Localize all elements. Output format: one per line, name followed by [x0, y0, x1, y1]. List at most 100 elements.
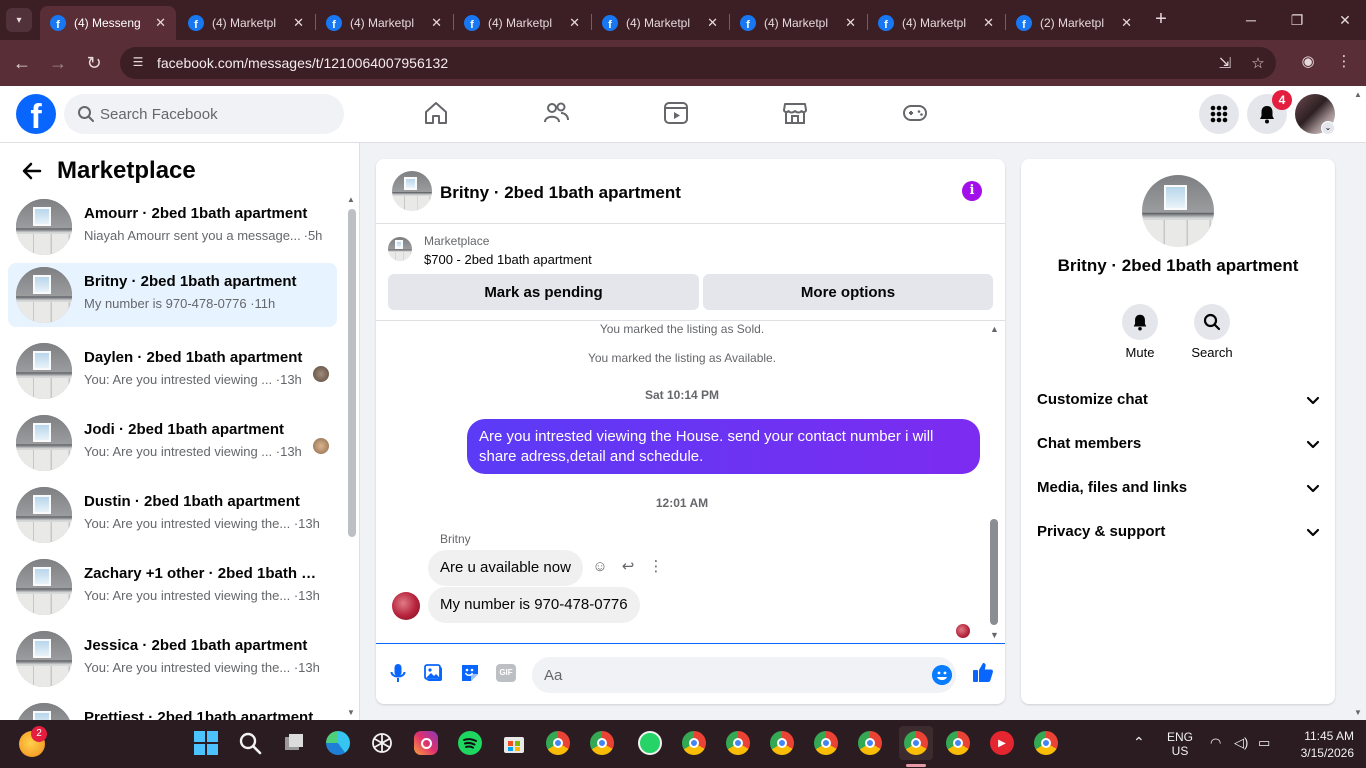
message-scrollbar[interactable]: [990, 519, 998, 625]
close-tab-icon[interactable]: ✕: [983, 15, 994, 31]
windows-start-icon[interactable]: [191, 728, 221, 758]
install-app-icon[interactable]: ⇲: [1215, 54, 1235, 72]
conversation-item[interactable]: Zachary +1 other · 2bed 1bath a... You: …: [8, 555, 337, 619]
tab-search-button[interactable]: ▾: [6, 8, 32, 32]
conversation-item-selected[interactable]: Britny · 2bed 1bath apartment My number …: [8, 263, 337, 327]
conversation-item[interactable]: Daylen · 2bed 1bath apartment You: Are y…: [8, 339, 337, 403]
battery-icon[interactable]: ▭: [1258, 735, 1270, 751]
tab-marketplace[interactable]: f (2) Marketpl ✕: [1006, 6, 1142, 40]
listing-title[interactable]: $700 - 2bed 1bath apartment: [424, 252, 592, 267]
close-tab-icon[interactable]: ✕: [293, 15, 304, 31]
more-actions-icon[interactable]: ⋮: [646, 557, 666, 577]
mute-button[interactable]: [1122, 304, 1158, 340]
video-icon[interactable]: [663, 100, 689, 126]
search-box[interactable]: [64, 94, 344, 134]
privacy-support-section[interactable]: Privacy & support: [1029, 510, 1327, 554]
maximize-button[interactable]: ❐: [1282, 8, 1312, 32]
facebook-logo[interactable]: f: [16, 94, 56, 134]
conversation-item[interactable]: Amourr · 2bed 1bath apartment Niayah Amo…: [8, 195, 337, 259]
conversation-item[interactable]: Jessica · 2bed 1bath apartment You: Are …: [8, 627, 337, 691]
chrome-profile-icon[interactable]: [587, 728, 617, 758]
close-tab-icon[interactable]: ✕: [1121, 15, 1132, 31]
browser-menu-icon[interactable]: ⋮: [1333, 52, 1355, 74]
react-emoji-icon[interactable]: ☺: [590, 557, 610, 577]
close-tab-icon[interactable]: ✕: [845, 15, 856, 31]
customize-chat-section[interactable]: Customize chat: [1029, 378, 1327, 422]
sticker-icon[interactable]: [460, 662, 480, 684]
tab-marketplace[interactable]: f (4) Marketpl ✕: [454, 6, 590, 40]
forward-button[interactable]: →: [45, 50, 71, 76]
url-text[interactable]: facebook.com/messages/t/1210064007956132: [157, 55, 448, 71]
incoming-message[interactable]: My number is 970-478-0776: [428, 587, 640, 623]
show-hidden-icons-chevron-icon[interactable]: ⌃: [1133, 734, 1145, 751]
close-tab-icon[interactable]: ✕: [155, 15, 166, 31]
chrome-profile-icon[interactable]: [1031, 728, 1061, 758]
microphone-icon[interactable]: [388, 662, 408, 684]
page-scroll-up-arrow[interactable]: ▲: [1354, 90, 1362, 99]
edge-browser-icon[interactable]: [323, 728, 353, 758]
like-thumb-icon[interactable]: [972, 661, 994, 683]
close-tab-icon[interactable]: ✕: [707, 15, 718, 31]
friends-icon[interactable]: [543, 100, 569, 126]
profile-icon[interactable]: ◉: [1297, 52, 1319, 74]
spotify-icon[interactable]: [455, 728, 485, 758]
tab-messenger[interactable]: f (4) Messeng ✕: [40, 6, 176, 40]
search-icon[interactable]: [235, 728, 265, 758]
photo-icon[interactable]: [424, 662, 444, 684]
back-arrow-icon[interactable]: [22, 161, 42, 181]
menu-button[interactable]: [1199, 94, 1239, 134]
clock[interactable]: 11:45 AM 3/15/2026: [1284, 729, 1354, 760]
reload-button[interactable]: ↻: [81, 50, 107, 76]
task-view-icon[interactable]: [279, 728, 309, 758]
chat-title[interactable]: Britny · 2bed 1bath apartment: [440, 183, 681, 203]
listing-photo[interactable]: [1142, 175, 1214, 247]
whatsapp-icon[interactable]: [635, 728, 665, 758]
listing-thumbnail[interactable]: [388, 237, 412, 261]
message-input[interactable]: [532, 657, 956, 693]
home-icon[interactable]: [423, 100, 449, 126]
conversation-item[interactable]: Jodi · 2bed 1bath apartment You: Are you…: [8, 411, 337, 475]
reply-icon[interactable]: ↩: [618, 557, 638, 577]
search-input[interactable]: [100, 94, 330, 134]
chat-members-section[interactable]: Chat members: [1029, 422, 1327, 466]
outgoing-message[interactable]: Are you intrested viewing the House. sen…: [467, 419, 980, 474]
scroll-down-arrow[interactable]: ▼: [990, 630, 999, 640]
wifi-icon[interactable]: ◠: [1210, 735, 1221, 751]
incoming-message[interactable]: Are u available now: [428, 550, 583, 586]
back-button[interactable]: ←: [9, 50, 35, 76]
mark-as-pending-button[interactable]: Mark as pending: [388, 274, 699, 310]
chrome-profile-icon[interactable]: [943, 728, 973, 758]
chrome-profile-icon[interactable]: [767, 728, 797, 758]
microsoft-store-icon[interactable]: [499, 728, 529, 758]
youtube-app-icon[interactable]: ▶: [987, 728, 1017, 758]
site-info-icon[interactable]: ☰: [130, 55, 146, 71]
chevron-down-icon[interactable]: ⌄: [1321, 121, 1335, 135]
chrome-profile-icon[interactable]: [723, 728, 753, 758]
tab-marketplace[interactable]: f (4) Marketpl ✕: [316, 6, 452, 40]
gaming-icon[interactable]: [902, 100, 928, 126]
minimize-button[interactable]: ─: [1236, 8, 1266, 32]
scroll-up-arrow[interactable]: ▲: [990, 324, 999, 334]
new-tab-button[interactable]: +: [1150, 8, 1172, 30]
address-bar[interactable]: ☰ facebook.com/messages/t/12100640079561…: [120, 47, 1276, 79]
tab-marketplace[interactable]: f (4) Marketpl ✕: [592, 6, 728, 40]
instagram-icon[interactable]: [411, 728, 441, 758]
media-files-links-section[interactable]: Media, files and links: [1029, 466, 1327, 510]
bookmark-star-icon[interactable]: ☆: [1248, 54, 1268, 72]
language-indicator[interactable]: ENG US: [1165, 730, 1195, 758]
scroll-down-arrow[interactable]: ▼: [347, 708, 355, 717]
page-scroll-down-arrow[interactable]: ▼: [1354, 708, 1362, 717]
scroll-up-arrow[interactable]: ▲: [347, 195, 355, 204]
gif-icon[interactable]: GIF: [496, 664, 516, 682]
chrome-profile-icon[interactable]: [811, 728, 841, 758]
tab-marketplace[interactable]: f (4) Marketpl ✕: [868, 6, 1004, 40]
info-icon[interactable]: i: [962, 181, 982, 201]
sender-avatar[interactable]: [392, 592, 420, 620]
chrome-active-window-icon[interactable]: [899, 726, 933, 760]
chrome-profile-icon[interactable]: [855, 728, 885, 758]
search-in-chat-button[interactable]: [1194, 304, 1230, 340]
chrome-profile-icon[interactable]: [679, 728, 709, 758]
emoji-icon[interactable]: [932, 665, 952, 685]
close-tab-icon[interactable]: ✕: [431, 15, 442, 31]
volume-icon[interactable]: ◁): [1234, 735, 1248, 751]
